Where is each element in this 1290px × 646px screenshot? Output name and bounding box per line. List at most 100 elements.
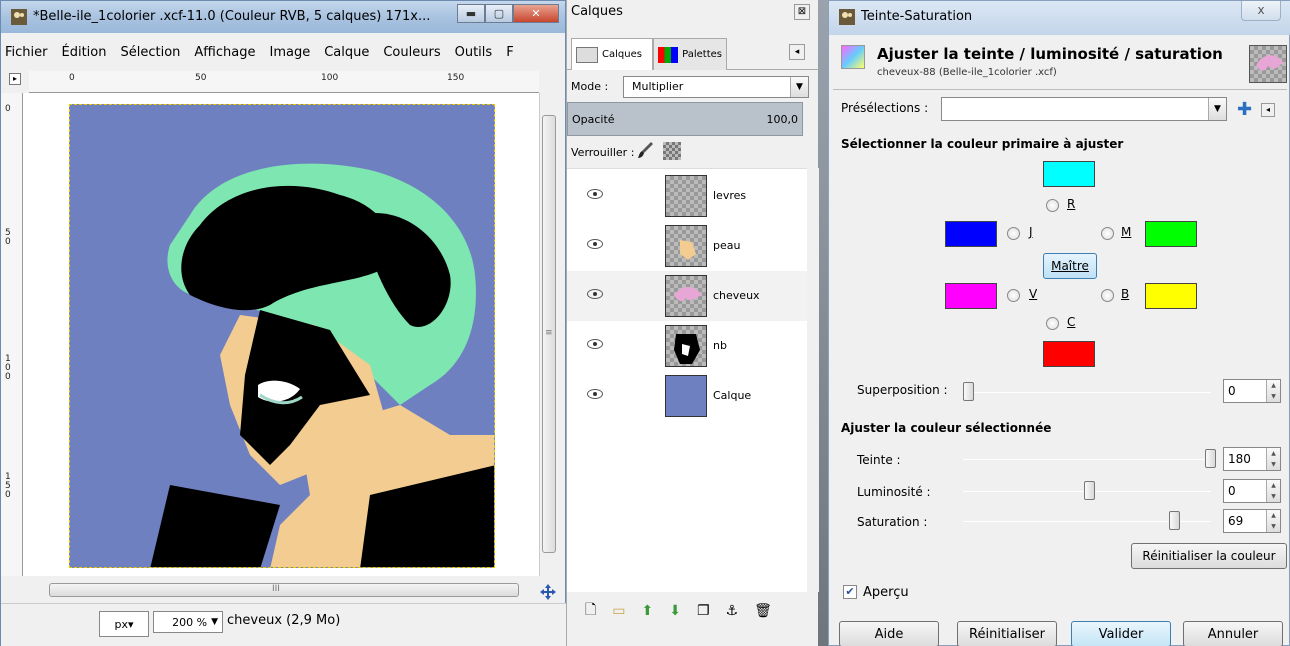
overlap-slider-thumb[interactable] [963,382,974,401]
lightness-slider-thumb[interactable] [1084,481,1095,500]
menu-affichage[interactable]: Affichage [194,45,255,67]
spin-arrows-icon[interactable]: ▲ ▼ [1266,480,1280,502]
opacity-value: 100,0 [766,113,799,126]
layer-name: Calque [713,389,752,402]
hue-slider-thumb[interactable] [1205,449,1216,468]
saturation-slider-thumb[interactable] [1169,511,1180,530]
layer-row-cheveux[interactable]: cheveux [567,271,807,321]
minimize-button[interactable]: ▬ [457,4,485,23]
raise-icon[interactable]: ⬆ [642,603,654,619]
mode-select[interactable]: Multiplier ▼ [623,76,809,98]
hue-value: 180 [1228,452,1251,466]
preview-checkbox[interactable]: ✔ [843,585,857,599]
menu-fichier[interactable]: Fichier [5,45,48,67]
menu-image[interactable]: Image [269,45,310,67]
close-button[interactable]: ✕ [513,4,559,23]
eye-icon[interactable] [587,239,603,249]
status-text: cheveux (2,9 Mo) [227,613,341,628]
maximize-button[interactable]: ▢ [485,4,513,23]
quickmask-toggle[interactable]: ▸ [9,73,21,85]
navigate-icon[interactable] [539,583,557,601]
eye-icon[interactable] [587,339,603,349]
horizontal-ruler[interactable]: 0 50 100 150 [29,71,539,93]
layer-row-peau[interactable]: peau [567,221,807,271]
spin-arrows-icon[interactable]: ▲ ▼ [1266,510,1280,532]
menu-filtres[interactable]: F [506,45,513,67]
horizontal-scroll-thumb[interactable]: III [49,583,519,597]
radio-m[interactable] [1101,227,1114,240]
image-window-titlebar[interactable]: *Belle-ile_1colorier .xcf-11.0 (Couleur … [1,1,565,33]
layer-row-levres[interactable]: levres [567,171,807,221]
eye-icon[interactable] [587,289,603,299]
duplicate-icon[interactable]: ❐ [697,603,710,619]
anchor-icon[interactable]: ⚓ [726,603,739,619]
vertical-ruler[interactable]: 0 5 0 1 0 0 1 5 0 [1,93,23,576]
layers-scrollbar[interactable] [807,168,819,592]
lock-label: Verrouiller : [571,146,635,159]
trash-icon[interactable]: 🗑 [754,603,772,619]
tab-calques[interactable]: Calques [571,38,653,70]
image-canvas[interactable] [69,104,495,568]
saturation-value: 69 [1228,514,1244,528]
checker-icon[interactable] [663,142,681,160]
menu-edition[interactable]: Édition [62,45,107,67]
hair-thumb [674,287,702,302]
zoom-value: 200 % [172,615,208,629]
horizontal-scrollbar[interactable]: III [31,581,539,599]
menu-couleurs[interactable]: Couleurs [383,45,440,67]
eye-icon[interactable] [587,189,603,199]
reset-color-button[interactable]: Réinitialiser la couleur [1131,543,1287,569]
radio-c[interactable] [1046,317,1059,330]
tab-menu-icon[interactable]: ◂ [789,44,805,60]
mode-value: Multiplier [632,80,684,93]
layer-row-calque[interactable]: Calque [567,371,807,421]
presets-select[interactable]: ▼ [941,97,1227,121]
lightness-spinbox[interactable]: 0 ▲ ▼ [1223,479,1281,503]
folder-icon[interactable]: ▭ [612,603,625,619]
layer-row-nb[interactable]: nb [567,321,807,371]
yellow-swatch [1145,283,1197,309]
spin-arrows-icon[interactable]: ▲ ▼ [1266,380,1280,402]
new-layer-icon[interactable]: 🗋 [585,599,596,623]
radio-r[interactable] [1046,199,1059,212]
overlap-slider-track[interactable] [963,392,1211,393]
menu-outils[interactable]: Outils [455,45,493,67]
radio-j[interactable] [1007,227,1020,240]
radio-v[interactable] [1007,289,1020,302]
dialog-close-button[interactable]: x [1241,1,1281,21]
add-preset-icon[interactable]: ✚ [1237,99,1252,120]
hair-thumb [1256,55,1284,71]
hue-slider-track[interactable] [963,459,1211,460]
ok-button[interactable]: Valider [1071,621,1171,646]
menu-selection[interactable]: Sélection [120,45,180,67]
skin-thumb [680,240,696,260]
eye-icon[interactable] [587,389,603,399]
tab-palettes-label: Palettes [682,49,722,60]
radio-b[interactable] [1101,289,1114,302]
panel-close-button[interactable]: ⊠ [794,4,810,20]
preset-menu-icon[interactable]: ◂ [1261,103,1275,117]
tab-palettes[interactable]: Palettes [653,38,727,70]
reset-button[interactable]: Réinitialiser [957,621,1057,646]
dialog-titlebar[interactable]: Teinte-Saturation x [829,1,1290,35]
radio-j-label: J [1029,225,1033,239]
lower-icon[interactable]: ⬇ [669,603,681,619]
spin-arrows-icon[interactable]: ▲ ▼ [1266,448,1280,470]
unit-select[interactable]: px▾ [99,611,149,637]
zoom-select[interactable]: 200 % ▼ [153,611,223,633]
image-window: *Belle-ile_1colorier .xcf-11.0 (Couleur … [0,0,567,646]
red-swatch [1043,341,1095,367]
help-button[interactable]: Aide [839,621,939,646]
saturation-spinbox[interactable]: 69 ▲ ▼ [1223,509,1281,533]
hue-spinbox[interactable]: 180 ▲ ▼ [1223,447,1281,471]
master-button[interactable]: Maître [1043,253,1097,279]
paintbrush-icon[interactable] [637,140,655,160]
layer-thumbnail [665,325,707,367]
opacity-slider[interactable]: Opacité 100,0 [567,102,803,136]
overlap-spinbox[interactable]: 0 ▲ ▼ [1223,379,1281,403]
cancel-button[interactable]: Annuler [1183,621,1283,646]
vertical-scrollbar[interactable]: ≡ [539,93,557,576]
menu-calque[interactable]: Calque [324,45,369,67]
layers-tab-icon [576,46,598,63]
vertical-scroll-thumb[interactable]: ≡ [542,115,556,553]
